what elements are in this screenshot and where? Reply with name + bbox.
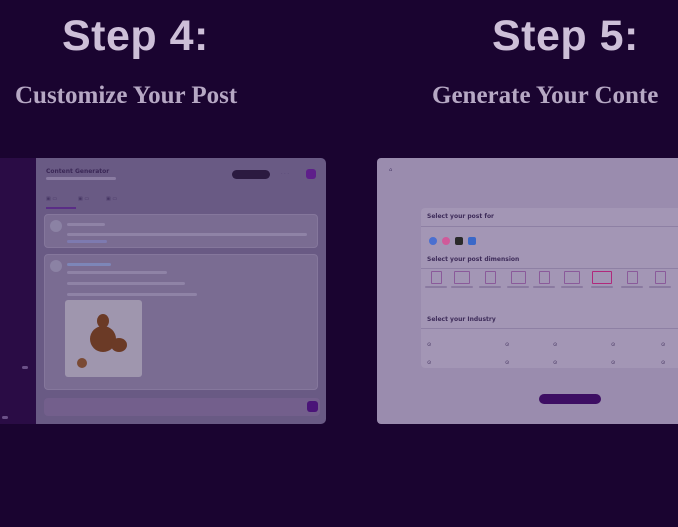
instagram-icon[interactable]	[442, 237, 450, 245]
divider	[421, 268, 678, 269]
post-card	[44, 254, 318, 390]
text-line	[67, 271, 167, 274]
post-settings-panel: Select your post for Select your post di…	[421, 208, 678, 368]
user-avatar[interactable]	[306, 169, 316, 179]
divider	[421, 328, 678, 329]
industry-option[interactable]: ⊙	[505, 342, 509, 348]
dimension-option[interactable]	[451, 271, 473, 288]
dimension-option[interactable]	[533, 271, 555, 288]
step4-subtitle: Customize Your Post	[15, 82, 238, 109]
section-title-industry: Select your Industry	[427, 316, 496, 323]
app-sidebar	[0, 158, 36, 424]
text-line	[67, 293, 197, 296]
avatar	[50, 220, 62, 232]
post-image	[65, 300, 142, 377]
sidebar-item[interactable]	[2, 416, 8, 419]
dimension-option[interactable]	[561, 271, 583, 288]
step5-screenshot: ⌂ Select your post for Select your post …	[377, 158, 678, 424]
industry-option[interactable]: ⊙	[611, 342, 615, 348]
app-main: Content Generator · · · ▣ ▭ ▣ ▭ ▣ ▭	[36, 158, 326, 424]
step5-subtitle: Generate Your Conte	[432, 82, 659, 109]
divider	[421, 226, 678, 227]
step5-title: Step 5:	[492, 12, 639, 60]
chat-composer[interactable]	[44, 398, 320, 416]
dimension-option[interactable]	[479, 271, 501, 288]
industry-option[interactable]: ⊙	[661, 342, 665, 348]
message-card	[44, 214, 318, 248]
active-tab-indicator	[46, 207, 76, 209]
x-icon[interactable]	[455, 237, 463, 245]
dimension-option[interactable]	[425, 271, 447, 288]
tab-3[interactable]: ▣ ▭	[106, 196, 117, 202]
back-link[interactable]: ⌂	[389, 167, 392, 173]
step4-title: Step 4:	[62, 12, 209, 60]
section-title-platform: Select your post for	[427, 213, 495, 220]
text-line	[67, 233, 307, 236]
industry-option[interactable]: ⊙	[427, 360, 431, 366]
app-subtitle-placeholder	[46, 177, 116, 180]
text-line	[67, 263, 111, 266]
industry-option[interactable]: ⊙	[553, 342, 557, 348]
send-button[interactable]	[307, 401, 318, 412]
facebook-icon[interactable]	[429, 237, 437, 245]
text-line	[67, 282, 185, 285]
dimension-option[interactable]	[649, 271, 671, 288]
industry-option[interactable]: ⊙	[505, 360, 509, 366]
industry-option[interactable]: ⊙	[427, 342, 431, 348]
more-button[interactable]: · · ·	[281, 171, 289, 177]
text-line	[67, 240, 107, 243]
section-title-dimension: Select your post dimension	[427, 256, 520, 263]
sidebar-item[interactable]	[22, 366, 28, 369]
tab-1[interactable]: ▣ ▭	[46, 196, 57, 202]
text-line	[67, 223, 105, 226]
step4-screenshot: Content Generator · · · ▣ ▭ ▣ ▭ ▣ ▭	[0, 158, 326, 424]
industry-option[interactable]: ⊙	[611, 360, 615, 366]
dimension-option-selected[interactable]	[591, 271, 613, 288]
industry-option[interactable]: ⊙	[553, 360, 557, 366]
tab-2[interactable]: ▣ ▭	[78, 196, 89, 202]
linkedin-icon[interactable]	[468, 237, 476, 245]
action-pill-button[interactable]	[232, 170, 270, 179]
generate-content-button[interactable]	[539, 394, 601, 404]
industry-option[interactable]: ⊙	[661, 360, 665, 366]
app-title: Content Generator	[46, 168, 110, 175]
avatar	[50, 260, 62, 272]
dimension-option[interactable]	[621, 271, 643, 288]
dimension-option[interactable]	[507, 271, 529, 288]
